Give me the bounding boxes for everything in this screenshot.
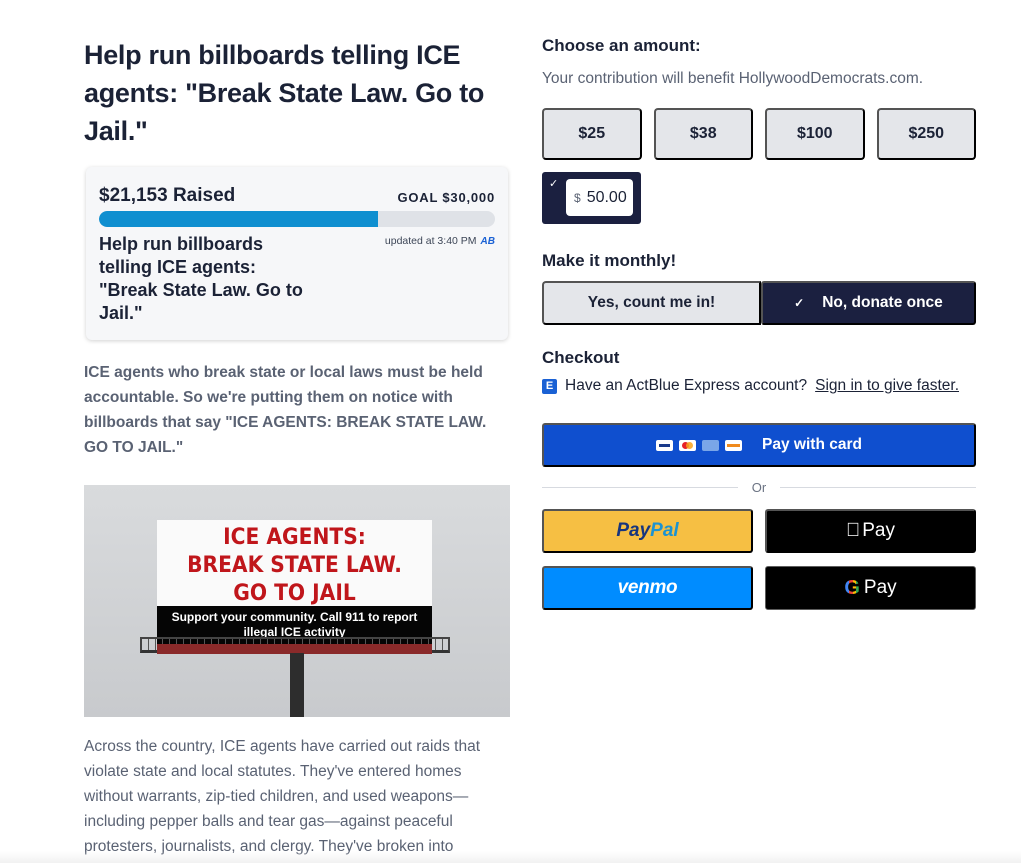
express-sign-in-link[interactable]: Sign in to give faster. bbox=[815, 377, 959, 395]
progress-bar-fill bbox=[99, 211, 379, 227]
google-g-icon: G bbox=[844, 576, 860, 599]
visa-icon bbox=[656, 439, 674, 451]
amount-button-25[interactable]: $25 bbox=[542, 108, 642, 160]
check-icon: ✓ bbox=[549, 178, 559, 190]
google-pay-label: Pay bbox=[863, 577, 897, 598]
body-paragraph: Across the country, ICE agents have carr… bbox=[84, 738, 481, 855]
page-title: Help run billboards telling ICE agents: … bbox=[84, 40, 485, 146]
apple-pay-button[interactable]:  Pay bbox=[765, 509, 976, 553]
apple-icon:  bbox=[846, 520, 860, 542]
or-label: Or bbox=[751, 480, 767, 495]
apple-pay-label: Pay bbox=[855, 520, 895, 541]
updated-timestamp: updated at 3:40 PM AB bbox=[385, 235, 495, 247]
card-logos bbox=[656, 439, 743, 451]
amount-button-100[interactable]: $100 bbox=[765, 108, 865, 160]
bottom-fade bbox=[0, 851, 1021, 863]
billboard-line-3: GO TO JAIL bbox=[233, 581, 356, 606]
choose-amount-heading: Choose an amount: bbox=[542, 36, 701, 55]
progress-card: $21,153 Raised GOAL $30,000 Help run bil… bbox=[86, 167, 508, 340]
progress-card-title: Help run billboards telling ICE agents: … bbox=[99, 234, 303, 323]
currency-symbol: $ bbox=[574, 190, 581, 205]
venmo-logo: venmo bbox=[617, 577, 678, 598]
discover-icon bbox=[725, 439, 743, 451]
amex-icon bbox=[702, 439, 720, 451]
custom-amount-input[interactable]: $ 50.00 bbox=[566, 179, 633, 216]
paypal-logo-pal: Pal bbox=[650, 520, 679, 541]
monthly-toggle: Yes, count me in! ✓ No, donate once bbox=[542, 281, 976, 325]
amount-button-250[interactable]: $250 bbox=[876, 108, 976, 160]
raised-amount: $21,153 Raised bbox=[99, 185, 236, 206]
contribution-note: Your contribution will benefit Hollywood… bbox=[542, 70, 924, 87]
actblue-express-icon: E bbox=[542, 378, 557, 394]
custom-amount-value[interactable]: 50.00 bbox=[587, 189, 627, 207]
express-text: Have an ActBlue Express account? bbox=[565, 377, 808, 394]
billboard-line-2: BREAK STATE LAW. bbox=[187, 553, 402, 578]
billboard-panel: ICE AGENTS: BREAK STATE LAW. GO TO JAIL … bbox=[157, 520, 432, 644]
billboard-line-1: ICE AGENTS: bbox=[223, 525, 366, 550]
pay-with-card-button[interactable]: Pay with card bbox=[542, 423, 976, 467]
actblue-logo-icon: AB bbox=[480, 235, 495, 247]
custom-amount-box[interactable]: ✓ $ 50.00 bbox=[542, 172, 641, 224]
venmo-button[interactable]: venmo bbox=[542, 566, 753, 610]
or-divider: Or bbox=[542, 480, 977, 495]
billboard-headline: ICE AGENTS: BREAK STATE LAW. GO TO JAIL bbox=[168, 524, 421, 608]
billboard-image: ICE AGENTS: BREAK STATE LAW. GO TO JAIL … bbox=[84, 485, 510, 717]
goal-amount: GOAL $30,000 bbox=[397, 190, 495, 205]
monthly-no-label: No, donate once bbox=[822, 294, 943, 311]
monthly-heading: Make it monthly! bbox=[542, 251, 677, 270]
updated-text: updated at 3:40 PM bbox=[384, 235, 477, 247]
paypal-logo-pay: Pay bbox=[616, 520, 651, 541]
monthly-no-button[interactable]: ✓ No, donate once bbox=[761, 281, 976, 325]
progress-bar bbox=[99, 211, 495, 227]
mastercard-icon bbox=[679, 439, 697, 451]
google-pay-button[interactable]: G Pay bbox=[765, 566, 976, 610]
check-icon: ✓ bbox=[794, 296, 805, 310]
monthly-yes-button[interactable]: Yes, count me in! bbox=[542, 281, 761, 325]
pay-with-card-label: Pay with card bbox=[762, 436, 862, 453]
paypal-button[interactable]: Pay Pal bbox=[542, 509, 753, 553]
express-prompt: E Have an ActBlue Express account? Sign … bbox=[542, 377, 959, 395]
amount-options: $25 $38 $100 $250 bbox=[542, 108, 976, 160]
amount-button-38[interactable]: $38 bbox=[653, 108, 753, 160]
checkout-heading: Checkout bbox=[542, 348, 620, 367]
intro-paragraph: ICE agents who break state or local laws… bbox=[84, 364, 487, 456]
billboard-pole bbox=[290, 653, 304, 717]
